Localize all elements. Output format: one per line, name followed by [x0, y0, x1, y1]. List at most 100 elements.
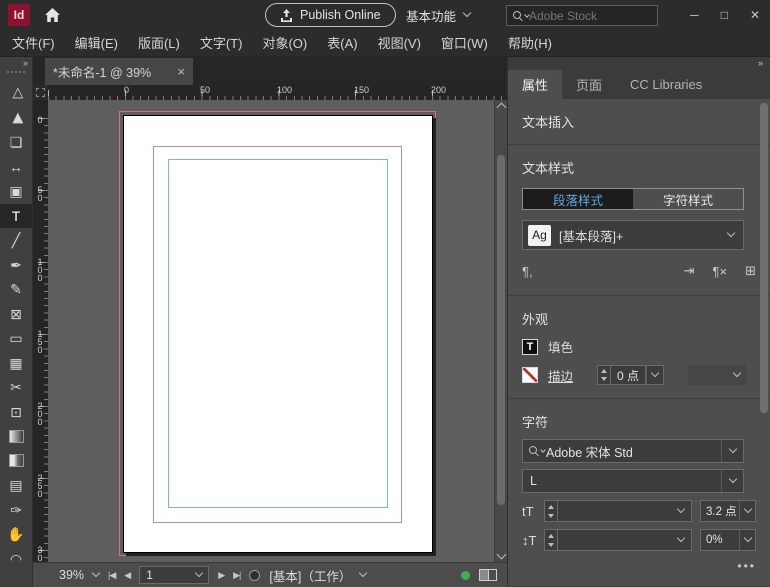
stroke-weight-dropdown[interactable] [646, 365, 664, 385]
paragraph-style-dropdown[interactable]: Ag [基本段落]+ [522, 220, 744, 250]
more-options-icon[interactable]: ••• [522, 559, 756, 573]
menu-view[interactable]: 视图(V) [368, 30, 431, 57]
redefine-style-icon[interactable]: ¶× [713, 264, 728, 279]
preflight-chevron-icon[interactable] [359, 569, 367, 577]
note-tool[interactable]: ▤ [0, 473, 32, 498]
menu-window[interactable]: 窗口(W) [431, 30, 498, 57]
scroll-down-icon[interactable] [497, 550, 507, 560]
menu-layout[interactable]: 版面(L) [128, 30, 190, 57]
direct-selection-tool[interactable]: ▶ [0, 106, 32, 131]
new-style-icon[interactable]: ⊞ [745, 263, 756, 279]
previous-page-button[interactable]: ◀ [124, 570, 130, 581]
hand-tool[interactable]: ✋ [0, 522, 32, 547]
font-size-dropdown[interactable] [558, 500, 692, 522]
style-action-row: ¶, ⇥ ¶× ⊞ [522, 260, 756, 282]
document-tab-close-icon[interactable]: × [177, 64, 185, 79]
menu-edit[interactable]: 编辑(E) [65, 30, 128, 57]
goto-style-icon[interactable]: ⇥ [684, 263, 695, 279]
canvas-vertical-scrollbar[interactable] [494, 100, 507, 562]
menu-help[interactable]: 帮助(H) [498, 30, 562, 57]
scroll-up-icon[interactable] [497, 103, 507, 113]
tab-pages[interactable]: 页面 [562, 70, 616, 99]
font-style-dropdown[interactable]: L [522, 469, 744, 493]
workspace-switcher[interactable]: 基本功能 [406, 4, 470, 26]
gradient-swatch-tool[interactable] [0, 424, 32, 449]
close-button[interactable]: ✕ [750, 8, 760, 22]
text-insert-title: 文本插入 [522, 112, 756, 131]
horizontal-ruler[interactable]: 0 50 100 150 200 [48, 85, 507, 100]
spread-view-icon[interactable] [479, 569, 497, 581]
font-search-icon [529, 445, 541, 457]
selection-tool[interactable]: ▷ [0, 81, 32, 106]
first-page-button[interactable]: |◀ [108, 570, 115, 581]
gradient-feather-tool[interactable] [0, 449, 32, 474]
indesign-window: Id Publish Online 基本功能 ─ □ ✕ 文件(F) 编辑(E)… [0, 0, 770, 587]
ruler-origin-box[interactable] [33, 85, 48, 100]
zoom-level[interactable]: 39% [59, 568, 84, 582]
scissors-tool[interactable]: ✂ [0, 375, 32, 400]
stroke-weight-stepper[interactable] [597, 365, 611, 385]
tracking-dropdown[interactable]: 0% [700, 529, 756, 551]
last-page-button[interactable]: ▶| [233, 570, 240, 581]
content-collector-tool[interactable]: ▣ [0, 179, 32, 204]
vertical-ruler[interactable]: 0 50 100 150 200 250 300 [33, 100, 48, 562]
stroke-type-dropdown[interactable] [688, 365, 746, 385]
title-bar: Id Publish Online 基本功能 ─ □ ✕ [0, 0, 770, 30]
pen-tool[interactable]: ✒ [0, 253, 32, 278]
next-page-button[interactable]: ▶ [218, 570, 224, 581]
scrollbar-thumb[interactable] [497, 155, 505, 505]
preflight-icon[interactable] [249, 570, 260, 581]
stroke-swatch-icon[interactable] [522, 367, 538, 383]
zoom-chevron-icon[interactable] [92, 569, 100, 577]
page-1[interactable] [123, 115, 433, 553]
pasteboard-canvas[interactable]: 0 50 100 150 200 250 300 [33, 100, 507, 562]
fill-swatch-icon[interactable]: T [522, 339, 538, 355]
scale-dropdown[interactable] [558, 529, 692, 551]
divider [508, 295, 770, 296]
panel-scrollbar-thumb[interactable] [760, 103, 768, 413]
font-size-stepper[interactable] [544, 500, 558, 522]
gap-tool[interactable]: ↔ [0, 155, 32, 180]
document-tab[interactable]: *未命名-1 @ 39% × [45, 58, 193, 85]
free-transform-tool[interactable]: ⊡ [0, 400, 32, 425]
font-family-dropdown[interactable]: Adobe 宋体 Std [522, 439, 744, 463]
minimize-button[interactable]: ─ [690, 8, 699, 22]
search-input[interactable] [529, 9, 629, 23]
menu-type[interactable]: 文字(T) [190, 30, 253, 57]
line-tool[interactable]: ╱ [0, 228, 32, 253]
preflight-profile[interactable]: [基本]（工作） [269, 566, 351, 585]
menu-table[interactable]: 表(A) [317, 30, 367, 57]
tools-expand-icon[interactable]: » [0, 57, 32, 71]
paragraph-mark-icon[interactable]: ¶, [522, 264, 533, 279]
chevron-down-icon [728, 445, 736, 453]
menu-file[interactable]: 文件(F) [2, 30, 65, 57]
page-number-field[interactable]: 1 [139, 566, 209, 584]
tools-grip[interactable] [7, 71, 25, 77]
character-title: 字符 [522, 412, 756, 431]
stroke-label[interactable]: 描边 [548, 366, 573, 385]
chevron-down-icon [463, 9, 471, 17]
adobe-stock-search[interactable] [506, 5, 658, 26]
stroke-weight-value[interactable]: 0 点 [611, 365, 646, 385]
panel-collapse-icon[interactable]: » [508, 57, 770, 70]
pencil-tool[interactable]: ✎ [0, 277, 32, 302]
publish-online-button[interactable]: Publish Online [265, 3, 396, 27]
rectangle-frame-tool[interactable]: ⊠ [0, 302, 32, 327]
leading-dropdown[interactable]: 3.2 点 [700, 500, 756, 522]
zoom-tool[interactable]: ◠ [0, 547, 32, 572]
type-tool[interactable]: T [0, 204, 32, 229]
tab-cc-libraries[interactable]: CC Libraries [616, 70, 716, 99]
tab-paragraph-styles[interactable]: 段落样式 [523, 189, 633, 209]
tab-properties[interactable]: 属性 [508, 70, 562, 99]
scale-stepper[interactable] [544, 529, 558, 551]
horizontal-grid-tool[interactable]: ▦ [0, 351, 32, 376]
menu-object[interactable]: 对象(O) [252, 30, 317, 57]
gradient-swatch-icon [9, 430, 24, 443]
fill-label[interactable]: 填色 [548, 337, 573, 356]
page-tool[interactable]: ❏ [0, 130, 32, 155]
eyedropper-tool[interactable]: ✑ [0, 498, 32, 523]
tab-character-styles[interactable]: 字符样式 [633, 189, 743, 209]
maximize-button[interactable]: □ [721, 8, 728, 22]
rectangle-tool[interactable]: ▭ [0, 326, 32, 351]
home-icon[interactable] [44, 7, 61, 23]
